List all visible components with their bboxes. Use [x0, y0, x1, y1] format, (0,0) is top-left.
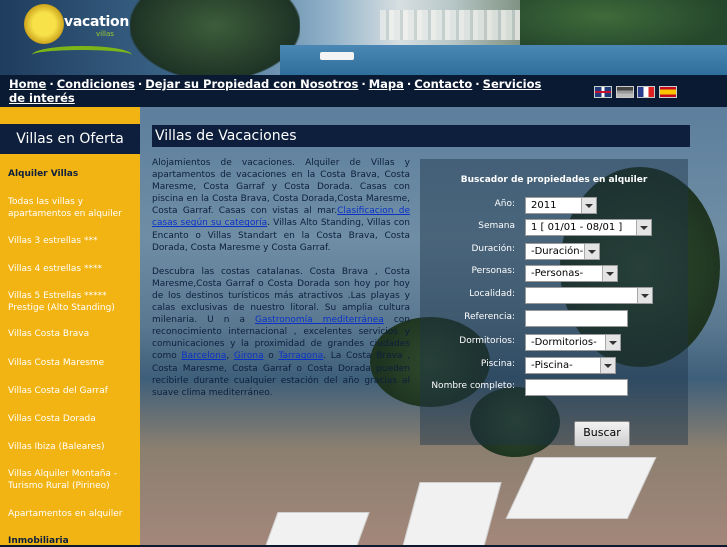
sidebar-item-apartamentos[interactable]: Apartamentos en alquiler — [8, 508, 134, 520]
search-button[interactable]: Buscar — [574, 421, 630, 447]
week-select[interactable]: 1 [ 01/01 - 08/01 ] — [525, 219, 652, 236]
sidebar-item-ibiza[interactable]: Villas Ibiza (Baleares) — [8, 441, 134, 453]
persons-value: -Personas- — [531, 268, 584, 279]
duration-value: -Duración- — [531, 246, 584, 257]
top-navbar: Home · Condiciones · Dejar su Propiedad con … — [0, 75, 727, 107]
sidebar-item-3-estrellas[interactable]: Villas 3 estrellas *** — [8, 235, 134, 247]
lounge-chair-photo — [400, 482, 502, 545]
sidebar-item-costa-dorada[interactable]: Villas Costa Dorada — [8, 413, 134, 425]
chevron-down-icon — [600, 358, 615, 373]
sidebar-item-montana[interactable]: Villas Alquiler Montaña - Turismo Rural … — [8, 468, 134, 492]
intro-text: Alojamientos de vacaciones. Alquiler de … — [152, 157, 410, 411]
barcelona-link[interactable]: Barcelona — [181, 351, 226, 361]
chevron-down-icon — [605, 335, 620, 350]
reference-input[interactable] — [525, 310, 628, 327]
page-title: Villas de Vacaciones — [152, 125, 690, 147]
reference-label: Referencia: — [464, 312, 515, 322]
paragraph-text: o — [263, 351, 279, 362]
bedrooms-select[interactable]: -Dormitorios- — [525, 334, 621, 351]
nav-home[interactable]: Home — [9, 77, 46, 91]
nav-mapa[interactable]: Mapa — [369, 77, 404, 91]
nav-condiciones[interactable]: Condiciones — [57, 77, 135, 91]
tarragona-link[interactable]: Tarragona — [279, 351, 324, 361]
bedrooms-value: -Dormitorios- — [531, 337, 597, 348]
locality-label: Localidad: — [469, 289, 515, 299]
duration-select[interactable]: -Duración- — [525, 243, 600, 260]
locality-select[interactable] — [525, 287, 653, 304]
sea-photo — [280, 45, 727, 75]
spanish-flag-icon[interactable] — [659, 86, 677, 98]
year-select[interactable]: 2011 — [525, 197, 597, 214]
sidebar-item-costa-maresme[interactable]: Villas Costa Maresme — [8, 357, 134, 369]
pool-label: Piscina: — [480, 359, 515, 369]
english-flag-icon[interactable] — [594, 86, 612, 98]
lounge-chair-photo — [505, 457, 657, 519]
logo-text: vacation — [64, 14, 129, 30]
sidebar-item-todas[interactable]: Todas las villas y apartamentos en alqui… — [8, 196, 134, 220]
fullname-input[interactable] — [525, 379, 628, 396]
chevron-down-icon — [637, 288, 652, 303]
sidebar-heading-inmobiliaria[interactable]: Inmobiliaria — [8, 535, 134, 547]
sun-logo-icon — [24, 4, 64, 44]
sidebar-item-4-estrellas[interactable]: Villas 4 estrellas **** — [8, 263, 134, 275]
chevron-down-icon — [602, 266, 617, 281]
pool-select[interactable]: -Piscina- — [525, 357, 616, 374]
header-banner: vacation villas — [0, 0, 727, 75]
chevron-down-icon — [584, 244, 599, 259]
sidebar-item-5-estrellas[interactable]: Villas 5 Estrellas ***** Prestige (Alto … — [8, 290, 134, 314]
bedrooms-label: Dormitorios: — [459, 336, 515, 346]
duration-label: Duración: — [471, 244, 515, 254]
nav-separator: · — [49, 77, 54, 91]
french-flag-icon[interactable] — [637, 86, 655, 98]
nav-contacto[interactable]: Contacto — [414, 77, 472, 91]
search-title: Buscador de propiedades en alquiler — [460, 175, 648, 185]
logo-subtext: villas — [96, 30, 114, 38]
paragraph-text: , — [226, 351, 234, 362]
nav-separator: · — [361, 77, 366, 91]
boat-photo — [320, 52, 354, 60]
persons-label: Personas: — [471, 266, 515, 276]
main-nav: Home · Condiciones · Dejar su Propiedad con … — [9, 77, 554, 105]
town-photo — [380, 10, 540, 40]
german-flag-icon[interactable] — [616, 86, 634, 98]
pine-tree-photo — [130, 0, 300, 75]
site-logo[interactable]: vacation villas — [24, 4, 134, 70]
persons-select[interactable]: -Personas- — [525, 265, 618, 282]
main-content: Villas de Vacaciones Alojamientos de vac… — [140, 107, 727, 545]
property-search-panel: Buscador de propiedades en alquiler Año:… — [420, 159, 688, 445]
swoosh-icon — [32, 46, 132, 64]
nav-dejar-propiedad[interactable]: Dejar su Propiedad con Nosotros — [145, 77, 358, 91]
pool-value: -Piscina- — [531, 360, 573, 371]
intro-paragraph-2: Descubra las costas catalanas. Costa Bra… — [152, 266, 410, 399]
year-label: Año: — [494, 199, 515, 209]
nav-separator: · — [475, 77, 480, 91]
sidebar-item-costa-garraf[interactable]: Villas Costa del Garraf — [8, 385, 134, 397]
nav-separator: · — [406, 77, 412, 91]
intro-paragraph-1: Alojamientos de vacaciones. Alquiler de … — [152, 157, 410, 254]
week-value: 1 [ 01/01 - 08/01 ] — [531, 222, 623, 233]
sidebar: Villas en Oferta Alquiler Villas Todas l… — [0, 107, 140, 547]
girona-link[interactable]: Girona — [234, 351, 264, 361]
fullname-label: Nombre completo: — [431, 381, 515, 391]
lounge-chair-photo — [262, 512, 370, 545]
nav-separator: · — [137, 77, 143, 91]
chevron-down-icon — [581, 198, 596, 213]
chevron-down-icon — [636, 220, 651, 235]
sidebar-heading-alquiler[interactable]: Alquiler Villas — [8, 168, 134, 180]
sidebar-item-costa-brava[interactable]: Villas Costa Brava — [8, 328, 134, 340]
week-label: Semana — [478, 221, 515, 231]
gastronomia-link[interactable]: Gastronomía mediterránea — [255, 315, 384, 325]
year-value: 2011 — [531, 200, 557, 211]
sidebar-title: Villas en Oferta — [0, 124, 140, 154]
